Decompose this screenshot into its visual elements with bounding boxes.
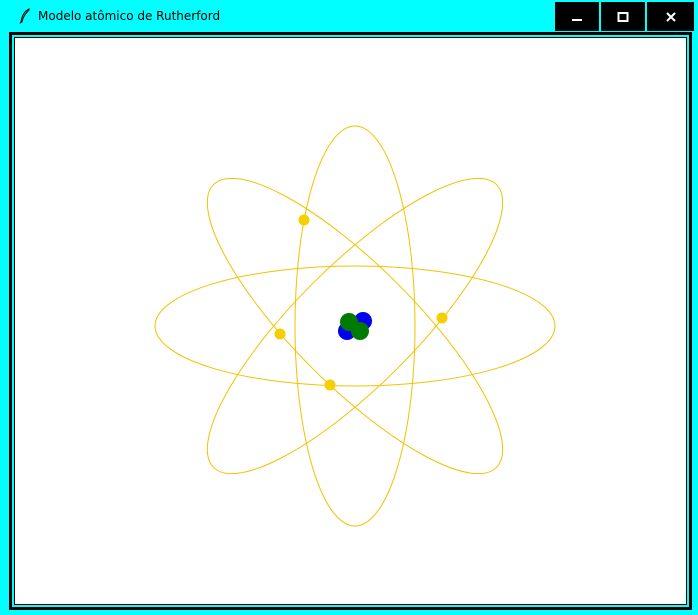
window-title: Modelo atômico de Rutherford: [38, 9, 221, 23]
electron: [274, 328, 286, 340]
app-window: Modelo atômico de Rutherford: [0, 0, 698, 615]
close-icon: [665, 11, 676, 22]
electron: [298, 214, 310, 226]
electron: [324, 379, 336, 391]
feather-icon: [19, 8, 30, 24]
drawing-canvas: [14, 37, 687, 605]
atom-diagram: [154, 125, 556, 527]
electron: [436, 312, 448, 324]
close-button[interactable]: [647, 2, 694, 31]
maximize-button[interactable]: [601, 2, 645, 31]
title-bar[interactable]: Modelo atômico de Rutherford: [0, 0, 698, 32]
canvas-frame: [9, 32, 692, 610]
minimize-button[interactable]: [555, 2, 599, 31]
maximize-icon: [617, 11, 629, 22]
minimize-icon: [572, 18, 582, 21]
neutron: [351, 322, 369, 340]
